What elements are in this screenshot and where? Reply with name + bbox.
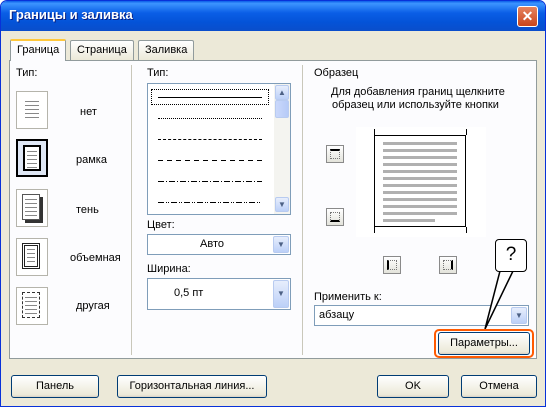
right-border-button[interactable] bbox=[439, 256, 457, 274]
scroll-up-icon[interactable]: ▲ bbox=[275, 85, 289, 100]
setting-none-label: нет bbox=[80, 106, 97, 118]
tab-page-border[interactable]: Страница bbox=[70, 40, 134, 60]
tab-shading[interactable]: Заливка bbox=[138, 40, 195, 60]
bottom-border-icon bbox=[330, 212, 340, 222]
separator bbox=[302, 65, 303, 355]
line-style-list[interactable]: ▲ ▼ bbox=[147, 83, 291, 215]
borders-and-shading-dialog: Границы и заливка ✕ Граница Страница Зал… bbox=[0, 0, 546, 407]
horizontal-line-button[interactable]: Горизонтальная линия... bbox=[117, 375, 267, 398]
help-callout: ? bbox=[495, 239, 527, 272]
setting-box-label: рамка bbox=[76, 154, 107, 166]
cancel-button[interactable]: Отмена bbox=[461, 375, 537, 398]
separator bbox=[131, 65, 132, 355]
line-style-scrollbar[interactable]: ▲ ▼ bbox=[274, 84, 290, 214]
setting-custom-button[interactable] bbox=[16, 287, 48, 325]
window-title: Границы и заливка bbox=[9, 7, 133, 22]
setting-3d-label: объемная bbox=[70, 252, 121, 264]
preview-hint-line1: Для добавления границ щелкните bbox=[331, 86, 505, 98]
color-dropdown[interactable]: Авто ▼ bbox=[147, 234, 291, 255]
bottom-border-button[interactable] bbox=[326, 208, 344, 226]
style-label: Тип: bbox=[147, 67, 169, 79]
box-border-icon bbox=[23, 145, 41, 171]
chevron-down-icon[interactable]: ▼ bbox=[511, 307, 527, 324]
chevron-down-icon[interactable]: ▼ bbox=[273, 236, 289, 253]
top-border-button[interactable] bbox=[326, 145, 344, 163]
setting-shadow-button[interactable] bbox=[16, 189, 48, 227]
apply-to-label: Применить к: bbox=[314, 291, 382, 303]
left-border-button[interactable] bbox=[383, 256, 401, 274]
ok-button[interactable]: OK bbox=[377, 375, 449, 398]
width-value: 0,5 пт bbox=[174, 287, 204, 299]
line-style-option-dash-dot[interactable] bbox=[152, 174, 268, 188]
title-bar[interactable]: Границы и заливка ✕ bbox=[1, 1, 545, 31]
corner-mark bbox=[466, 129, 467, 135]
preview-label: Образец bbox=[314, 67, 359, 79]
custom-border-icon bbox=[22, 292, 40, 318]
setting-3d-button[interactable] bbox=[16, 238, 48, 276]
3d-border-icon bbox=[22, 243, 40, 269]
shadow-border-icon bbox=[22, 194, 40, 220]
preview-page[interactable] bbox=[374, 135, 466, 227]
line-style-option-dotted[interactable] bbox=[152, 111, 268, 125]
line-style-option-dash-dot-dot[interactable] bbox=[152, 195, 268, 209]
apply-to-value: абзацу bbox=[319, 309, 355, 321]
setting-custom-label: другая bbox=[76, 300, 110, 312]
color-value: Авто bbox=[200, 238, 224, 250]
color-label: Цвет: bbox=[147, 219, 175, 231]
scroll-thumb[interactable] bbox=[275, 100, 289, 118]
line-style-option-solid[interactable] bbox=[151, 89, 269, 105]
chevron-down-icon[interactable]: ▼ bbox=[273, 280, 289, 308]
left-border-icon bbox=[387, 260, 397, 270]
setting-none-button[interactable] bbox=[16, 91, 48, 129]
line-style-option-dash-small[interactable] bbox=[152, 132, 268, 146]
setting-label: Тип: bbox=[16, 67, 38, 79]
right-border-icon bbox=[443, 260, 453, 270]
top-border-icon bbox=[330, 149, 340, 159]
setting-box-button[interactable] bbox=[16, 139, 48, 177]
options-highlight bbox=[434, 329, 534, 358]
setting-shadow-label: тень bbox=[76, 204, 99, 216]
corner-mark bbox=[466, 227, 467, 233]
width-label: Ширина: bbox=[147, 263, 191, 275]
toolbar-button[interactable]: Панель bbox=[11, 375, 99, 398]
none-border-icon bbox=[23, 97, 41, 123]
corner-mark bbox=[374, 227, 375, 233]
preview-hint-line2: образец или используйте кнопки bbox=[332, 99, 499, 111]
width-dropdown[interactable]: 0,5 пт ▼ bbox=[147, 278, 291, 310]
line-style-option-dashed[interactable] bbox=[152, 153, 268, 167]
close-button[interactable]: ✕ bbox=[517, 6, 538, 27]
tab-borders[interactable]: Граница bbox=[10, 39, 67, 61]
scroll-down-icon[interactable]: ▼ bbox=[275, 197, 289, 212]
apply-to-dropdown[interactable]: абзацу ▼ bbox=[314, 305, 529, 326]
